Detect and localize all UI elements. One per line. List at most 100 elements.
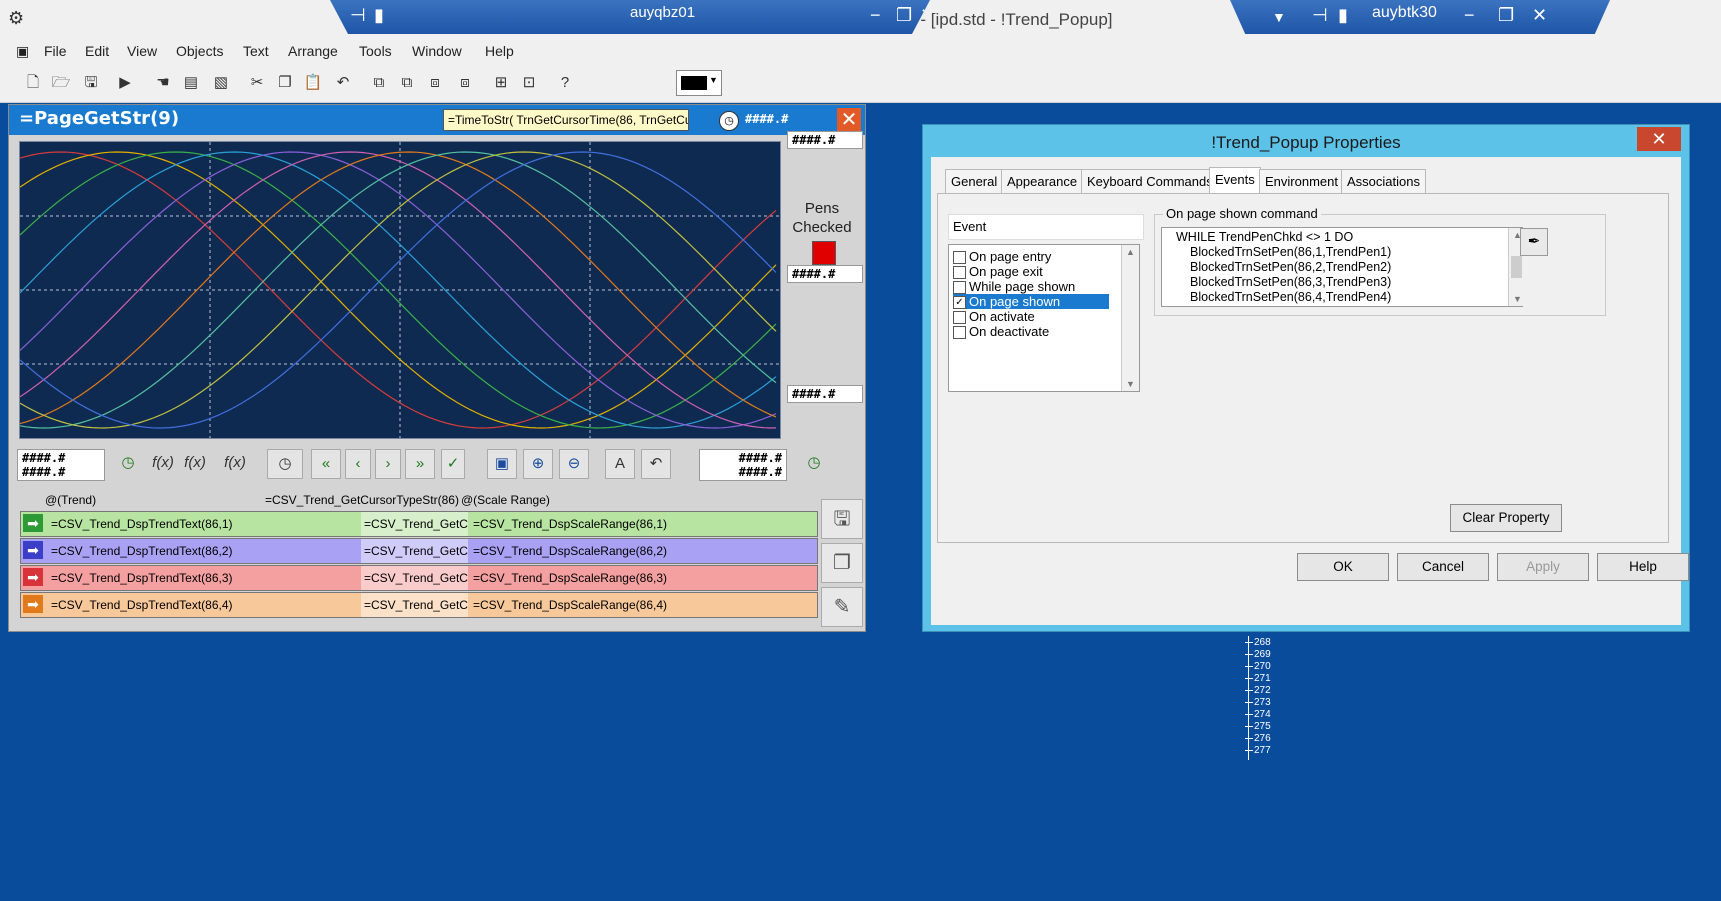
clear-property-button[interactable]: Clear Property — [1450, 504, 1562, 532]
align-icon[interactable]: ⊞ — [490, 72, 512, 94]
scroll-down-icon[interactable]: ▼ — [1513, 294, 1522, 304]
cursor-time-expression[interactable]: =TimeToStr( TrnGetCursorTime(86, TrnGetC… — [443, 109, 689, 131]
command-textbox[interactable]: WHILE TrendPenChkd <> 1 DO BlockedTrnSet… — [1161, 227, 1525, 307]
wizard-wand-button[interactable]: ✒ — [1520, 228, 1548, 256]
event-checkbox[interactable] — [953, 311, 966, 325]
scroll-far-left-button[interactable]: « — [311, 449, 341, 479]
cancel-button[interactable]: Cancel — [1397, 553, 1489, 581]
tab-environment[interactable]: Environment — [1259, 169, 1344, 194]
copy-trend-button[interactable]: ❐ — [821, 543, 863, 583]
hand-icon[interactable]: ☚ — [152, 72, 174, 94]
live-clock-button[interactable]: ◷ — [799, 449, 829, 477]
event-checkbox[interactable] — [953, 281, 966, 295]
pin-icon[interactable]: ⊣ — [350, 6, 366, 24]
save-icon[interactable]: 🖫 — [80, 72, 102, 94]
menu-arrange[interactable]: Arrange — [288, 43, 338, 59]
scroll-left-button[interactable]: ‹ — [345, 449, 371, 479]
event-checkbox[interactable] — [953, 266, 966, 280]
event-checkbox[interactable] — [953, 326, 966, 340]
scroll-right-button[interactable]: › — [375, 449, 401, 479]
edit-icon[interactable]: ▧ — [210, 72, 232, 94]
fx-button-2[interactable]: f(x) — [177, 449, 213, 477]
event-checkbox[interactable] — [953, 251, 966, 265]
pen-row[interactable]: ➡ =CSV_Trend_DspTrendText(86,3) =CSV_Tre… — [20, 565, 818, 591]
menu-tools[interactable]: Tools — [359, 43, 392, 59]
restore-icon[interactable]: ❐ — [1498, 6, 1514, 24]
save-trend-button[interactable]: 🖫 — [821, 499, 863, 539]
pen-arrow-icon[interactable]: ➡ — [23, 568, 43, 586]
run-icon[interactable]: ▶ — [114, 72, 136, 94]
page-icon[interactable]: ▤ — [180, 72, 202, 94]
menu-text[interactable]: Text — [243, 43, 269, 59]
menu-edit[interactable]: Edit — [85, 43, 109, 59]
pens-checked-indicator[interactable] — [812, 241, 836, 265]
menu-doc-icon[interactable]: ▣ — [16, 43, 29, 60]
copy-icon[interactable]: ❐ — [274, 72, 296, 94]
pen-row[interactable]: ➡ =CSV_Trend_DspTrendText(86,4) =CSV_Tre… — [20, 592, 818, 618]
color-picker[interactable]: ▼ — [676, 70, 722, 96]
menu-file[interactable]: File — [44, 43, 67, 59]
pin-icon[interactable]: ⊣ — [1312, 6, 1328, 24]
event-item[interactable]: While page shown — [953, 279, 1109, 295]
event-item[interactable]: On deactivate — [953, 324, 1109, 340]
print-trend-button[interactable]: ✎ — [821, 587, 863, 627]
scroll-far-right-button[interactable]: » — [405, 449, 435, 479]
fx-button-3[interactable]: f(x) — [217, 449, 253, 477]
tab-general[interactable]: General — [945, 169, 1004, 194]
history-clock-button[interactable]: ◷ — [113, 449, 143, 477]
menu-help[interactable]: Help — [485, 43, 514, 59]
zoom-window-button[interactable]: ▣ — [487, 449, 517, 479]
app-icon[interactable]: ⚙ — [8, 8, 24, 29]
clock-button[interactable]: ◷ — [267, 449, 303, 479]
close-icon[interactable]: ✕ — [837, 108, 861, 132]
event-item[interactable]: On page exit — [953, 264, 1109, 280]
close-icon[interactable]: ✕ — [1532, 6, 1547, 24]
zoom-out-button[interactable]: ⊖ — [559, 449, 589, 479]
restore-icon[interactable]: ❐ — [896, 6, 912, 24]
menu-view[interactable]: View — [127, 43, 157, 59]
zoom-in-button[interactable]: ⊕ — [523, 449, 553, 479]
new-icon[interactable]: 🗋 — [22, 72, 44, 94]
clock-icon[interactable]: ◷ — [719, 111, 739, 131]
event-item[interactable]: On activate — [953, 309, 1109, 325]
ok-button[interactable]: OK — [1297, 553, 1389, 581]
bring-front-icon[interactable]: ⧉ — [368, 72, 390, 94]
tab-associations[interactable]: Associations — [1341, 169, 1426, 194]
group-icon[interactable]: ⧈ — [424, 72, 446, 94]
send-back-icon[interactable]: ⧉ — [396, 72, 418, 94]
help-button[interactable]: Help — [1597, 553, 1689, 581]
pen-arrow-icon[interactable]: ➡ — [23, 595, 43, 613]
ungroup-icon[interactable]: ⧈ — [454, 72, 476, 94]
snap-icon[interactable]: ⊡ — [518, 72, 540, 94]
pen-arrow-icon[interactable]: ➡ — [23, 541, 43, 559]
menu-window[interactable]: Window — [412, 43, 462, 59]
paste-icon[interactable]: 📋 — [302, 72, 324, 94]
minimize-icon[interactable]: − — [1464, 6, 1475, 24]
tab-events[interactable]: Events — [1209, 167, 1261, 195]
tab-keyboard-commands[interactable]: Keyboard Commands — [1081, 169, 1219, 194]
undo-zoom-button[interactable]: ↶ — [641, 449, 671, 479]
scroll-down-icon[interactable]: ▼ — [1126, 379, 1135, 389]
event-list[interactable]: On page entry On page exit While page sh… — [948, 244, 1140, 392]
event-list-scrollbar[interactable]: ▲ ▼ — [1121, 245, 1139, 391]
chevron-down-icon[interactable]: ▼ — [1272, 8, 1286, 26]
trend-plot-area[interactable] — [19, 141, 781, 439]
help-icon[interactable]: ? — [554, 72, 576, 94]
pen-arrow-icon[interactable]: ➡ — [23, 514, 43, 532]
close-icon[interactable]: ✕ — [1637, 127, 1681, 151]
tab-appearance[interactable]: Appearance — [1001, 169, 1084, 194]
undo-icon[interactable]: ↶ — [332, 72, 354, 94]
open-icon[interactable]: 🗁 — [50, 72, 72, 94]
scroll-up-icon[interactable]: ▲ — [1126, 247, 1135, 257]
cut-icon[interactable]: ✂ — [246, 72, 268, 94]
event-checkbox[interactable]: ✓ — [953, 296, 966, 310]
pen-row[interactable]: ➡ =CSV_Trend_DspTrendText(86,1) =CSV_Tre… — [20, 511, 818, 537]
pen-row[interactable]: ➡ =CSV_Trend_DspTrendText(86,2) =CSV_Tre… — [20, 538, 818, 564]
minimize-icon[interactable]: − — [870, 6, 881, 24]
checkmark-button[interactable]: ✓ — [441, 449, 465, 479]
autoscale-button[interactable]: A — [605, 449, 635, 479]
event-item[interactable]: ✓ On page shown — [953, 294, 1109, 310]
event-item[interactable]: On page entry — [953, 249, 1109, 265]
fx-button-1[interactable]: f(x) — [145, 449, 181, 477]
scroll-thumb[interactable] — [1511, 256, 1522, 278]
